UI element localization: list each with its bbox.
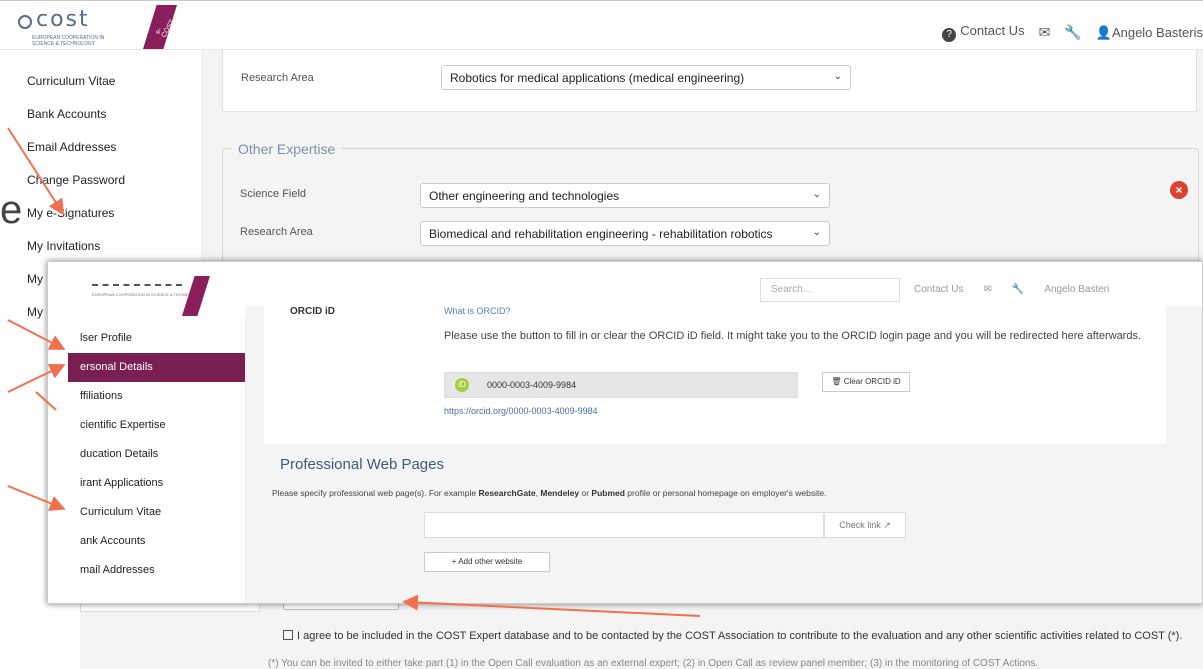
orcid-label: ORCID iD xyxy=(290,306,335,317)
overlay-sidebar-item-email-addresses[interactable]: mail Addresses xyxy=(68,556,245,585)
orcid-value: 0000-0003-4009-9984 xyxy=(487,380,577,390)
research-area-select[interactable]: Robotics for medical applications (medic… xyxy=(441,65,851,90)
logo-ring-icon xyxy=(18,15,32,29)
overlay-sidebar-item-personal-details[interactable]: ersonal Details xyxy=(68,353,245,382)
overlay-sidebar: lser Profile ersonal Details ffiliations… xyxy=(68,316,246,603)
research-area-label: Research Area xyxy=(241,72,314,84)
research-area-2-select[interactable]: Biomedical and rehabilitation engineerin… xyxy=(420,221,830,246)
chevron-down-icon: ⌄ xyxy=(812,227,821,238)
overlay-user-menu[interactable]: Angelo Basteri xyxy=(1044,284,1109,295)
user-icon: 👤 xyxy=(1095,24,1112,40)
sidebar-item-email-addresses[interactable]: Email Addresses xyxy=(18,131,201,164)
website-url-input[interactable] xyxy=(424,512,824,538)
user-menu[interactable]: 👤Angelo Basteris xyxy=(1096,25,1203,41)
sidebar-item-change-password[interactable]: Change Password xyxy=(18,164,201,197)
chevron-down-icon: ⌄ xyxy=(833,71,842,82)
user-name: Angelo Basteris xyxy=(1111,24,1203,40)
ecost-badge: e-COST xyxy=(143,5,177,49)
overlay-top-links: Contact Us ✉ 🔧 Angelo Basteri xyxy=(914,284,1109,295)
overlay-sidebar-item-scientific-expertise[interactable]: cientific Expertise xyxy=(68,411,245,440)
sidebar-item-my-e-signatures[interactable]: My e-Signatures xyxy=(18,197,201,230)
agree-checkbox-row[interactable]: I agree to be included in the COST Exper… xyxy=(283,630,1203,642)
what-is-orcid-link[interactable]: What is ORCID? xyxy=(444,306,511,316)
contact-us-label: Contact Us xyxy=(960,23,1025,38)
orcid-card: ORCID iD What is ORCID? Please use the b… xyxy=(264,306,1166,444)
pwp-researchgate: ResearchGate xyxy=(478,488,536,498)
pwp-pubmed: Pubmed xyxy=(591,488,625,498)
cropped-letter: e xyxy=(0,188,23,232)
chevron-down-icon: ⌄ xyxy=(812,189,821,200)
science-field-label: Science Field xyxy=(240,188,307,200)
clear-orcid-label: Clear ORCID iD xyxy=(843,377,901,386)
expertise-panel: Research Area Robotics for medical appli… xyxy=(222,50,1197,112)
overlay-main: ORCID iD What is ORCID? Please use the b… xyxy=(246,306,1202,603)
overlay-search-input[interactable]: Search... xyxy=(760,278,900,302)
overlay-wrench-icon[interactable]: 🔧 xyxy=(1012,284,1024,295)
logo-subtitle: EUROPEAN COOPERATION IN SCIENCE & TECHNO… xyxy=(32,35,105,47)
cost-logo[interactable]: cost EUROPEAN COOPERATION IN SCIENCE & T… xyxy=(18,7,118,47)
overlay-sidebar-item-curriculum-vitae[interactable]: Curriculum Vitae xyxy=(68,498,245,527)
sidebar-item-bank-accounts[interactable]: Bank Accounts xyxy=(18,98,201,131)
orcid-help-text: Please use the button to fill in or clea… xyxy=(444,330,1142,342)
check-link-button[interactable]: Check link ↗ xyxy=(824,512,906,538)
envelope-icon[interactable]: ✉ xyxy=(1039,24,1051,41)
pwp-desc-before: Please specify professional web page(s).… xyxy=(272,488,479,498)
research-area-2-label: Research Area xyxy=(240,226,313,238)
top-links: ? Contact Us ✉ 🔧 👤Angelo Basteris xyxy=(942,23,1203,42)
agree-checkbox[interactable] xyxy=(283,630,293,640)
overlay-envelope-icon[interactable]: ✉ xyxy=(983,284,991,295)
overlay-sidebar-item-education-details[interactable]: ducation Details xyxy=(68,440,245,469)
other-expertise-title: Other Expertise xyxy=(232,141,342,157)
overlay-sidebar-item-bank-accounts[interactable]: ank Accounts xyxy=(68,527,245,556)
contact-us-link[interactable]: ? Contact Us xyxy=(942,23,1025,42)
check-link-label: Check link xyxy=(839,520,881,530)
science-field-value: Other engineering and technologies xyxy=(429,189,620,203)
zoomed-screenshot-overlay: EUROPEAN COOPERATION IN SCIENCE & TECHNO… xyxy=(47,261,1203,604)
orcid-icon: iD xyxy=(455,378,469,392)
pwp-desc-after: profile or personal homepage on employer… xyxy=(624,488,827,498)
overlay-sidebar-item-affiliations[interactable]: ffiliations xyxy=(68,382,245,411)
science-field-select[interactable]: Other engineering and technologies ⌄ xyxy=(420,183,830,208)
wrench-icon[interactable]: 🔧 xyxy=(1064,24,1081,41)
remove-expertise-icon[interactable]: × xyxy=(1170,181,1188,199)
sidebar-item-my-invitations[interactable]: My Invitations xyxy=(18,230,201,263)
agree-text: I agree to be included in the COST Exper… xyxy=(297,630,1183,642)
trash-icon: 🗑 xyxy=(831,377,842,386)
professional-web-pages-title: Professional Web Pages xyxy=(280,456,444,473)
top-header: cost EUROPEAN COOPERATION IN SCIENCE & T… xyxy=(0,0,1203,50)
overlay-logo xyxy=(92,284,182,286)
external-link-icon: ↗ xyxy=(883,520,891,530)
overlay-sidebar-item-grant-applications[interactable]: irant Applications xyxy=(68,469,245,498)
logo-text: cost xyxy=(36,7,90,32)
clear-orcid-button[interactable]: 🗑 Clear ORCID iD xyxy=(822,372,910,392)
question-circle-icon: ? xyxy=(942,28,957,42)
footnote: (*) You can be invited to either take pa… xyxy=(268,658,1039,669)
sidebar-item-curriculum-vitae[interactable]: Curriculum Vitae xyxy=(18,65,201,98)
pwp-or: or xyxy=(579,488,592,498)
add-other-website-button[interactable]: + Add other website xyxy=(424,552,550,572)
overlay-contact-link[interactable]: Contact Us xyxy=(914,284,963,295)
pwp-mendeley: Mendeley xyxy=(540,488,580,498)
overlay-logo-subtitle: EUROPEAN COOPERATION IN SCIENCE & TECHNO… xyxy=(92,292,202,297)
professional-web-pages-description: Please specify professional web page(s).… xyxy=(272,488,826,498)
orcid-url-link[interactable]: https://orcid.org/0000-0003-4009-9984 xyxy=(444,406,598,416)
research-area-2-value: Biomedical and rehabilitation engineerin… xyxy=(429,227,773,241)
research-area-value: Robotics for medical applications (medic… xyxy=(450,71,745,85)
overlay-sidebar-item-user-profile[interactable]: lser Profile xyxy=(68,324,245,353)
ecost-badge-label: e-COST xyxy=(154,18,177,40)
orcid-field: iD 0000-0003-4009-9984 xyxy=(444,372,798,398)
